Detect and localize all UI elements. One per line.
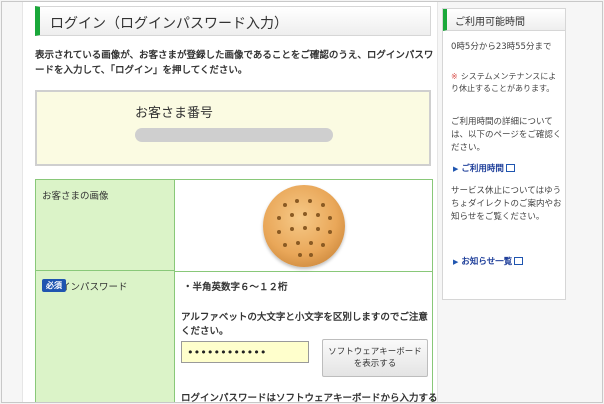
password-label-cell: ログインパスワード 必須 <box>36 271 175 402</box>
sidebar-heading: ご利用可能時間 <box>455 17 525 28</box>
suspension-text: サービス休止についてはゆうちょダイレクトのご案内やお知らせをご覧ください。 <box>451 186 562 222</box>
image-label-cell: お客さまの画像 <box>36 180 175 271</box>
customer-number-label: お客さま番号 <box>135 106 214 121</box>
software-keyboard-button-line1: ソフトウェアキーボード <box>328 347 422 357</box>
arrow-right-icon: ▶ <box>453 258 459 266</box>
hours-details-text: ご利用時間の詳細については、以下のページをご確認ください。 <box>451 117 562 153</box>
link-news-list[interactable]: ▶ お知らせ一覧 <box>453 255 524 267</box>
image-label: お客さまの画像 <box>42 191 109 202</box>
customer-number-masked <box>135 128 333 142</box>
required-badge: 必須 <box>42 279 66 292</box>
page-title: ログイン（ログインパスワード入力） <box>50 16 288 32</box>
main-content: ログイン（ログインパスワード入力） 表示されている画像が、お客さまが登録した画像… <box>22 2 438 402</box>
browser-frame: ログイン（ログインパスワード入力） 表示されている画像が、お客さまが登録した画像… <box>1 1 603 403</box>
sidebar-hours-panel: ご利用可能時間 0時5分から23時55分まで ※ システムメンテナンスにより休止す… <box>442 8 566 300</box>
customer-number-box: お客さま番号 <box>35 90 431 166</box>
password-input[interactable] <box>181 341 309 363</box>
maintenance-text: システムメンテナンスにより休止することがあります。 <box>451 72 557 93</box>
intro-text: 表示されている画像が、お客さまが登録した画像であることをご確認のうえ、ログインパ… <box>35 50 434 76</box>
sidebar-heading-box: ご利用可能時間 <box>443 9 565 31</box>
arrow-right-icon: ▶ <box>453 165 459 173</box>
software-keyboard-button-line2: を表示する <box>353 359 397 369</box>
registered-image-cookie <box>263 185 345 267</box>
software-keyboard-note: ログインパスワードはソフトウェアキーボードから入力する <box>181 393 438 403</box>
external-link-icon <box>505 164 515 172</box>
external-link-icon <box>514 257 524 265</box>
password-rule: ・半角英数字６〜１２桁 <box>183 282 288 293</box>
image-cell <box>175 180 432 272</box>
link-service-hours-label: ご利用時間 <box>461 164 504 174</box>
page-title-box: ログイン（ログインパスワード入力） <box>35 6 431 36</box>
login-table: お客さまの画像 ログインパスワード 必須 ・半角英数字６〜１２桁 アルファベット… <box>35 179 438 402</box>
case-sensitivity-note: アルファベットの大文字と小文字を区別しますのでご注意ください。 <box>181 312 428 337</box>
service-hours: 0時5分から23時55分まで <box>451 42 552 52</box>
link-news-list-label: お知らせ一覧 <box>461 257 513 267</box>
link-service-hours[interactable]: ▶ ご利用時間 <box>453 162 515 174</box>
software-keyboard-button[interactable]: ソフトウェアキーボード を表示する <box>322 339 428 377</box>
notice-mark: ※ <box>451 72 458 81</box>
password-cell: ・半角英数字６〜１２桁 アルファベットの大文字と小文字を区別しますのでご注意くだ… <box>175 271 438 402</box>
maintenance-notice: ※ システムメンテナンスにより休止することがあります。 <box>451 71 563 95</box>
